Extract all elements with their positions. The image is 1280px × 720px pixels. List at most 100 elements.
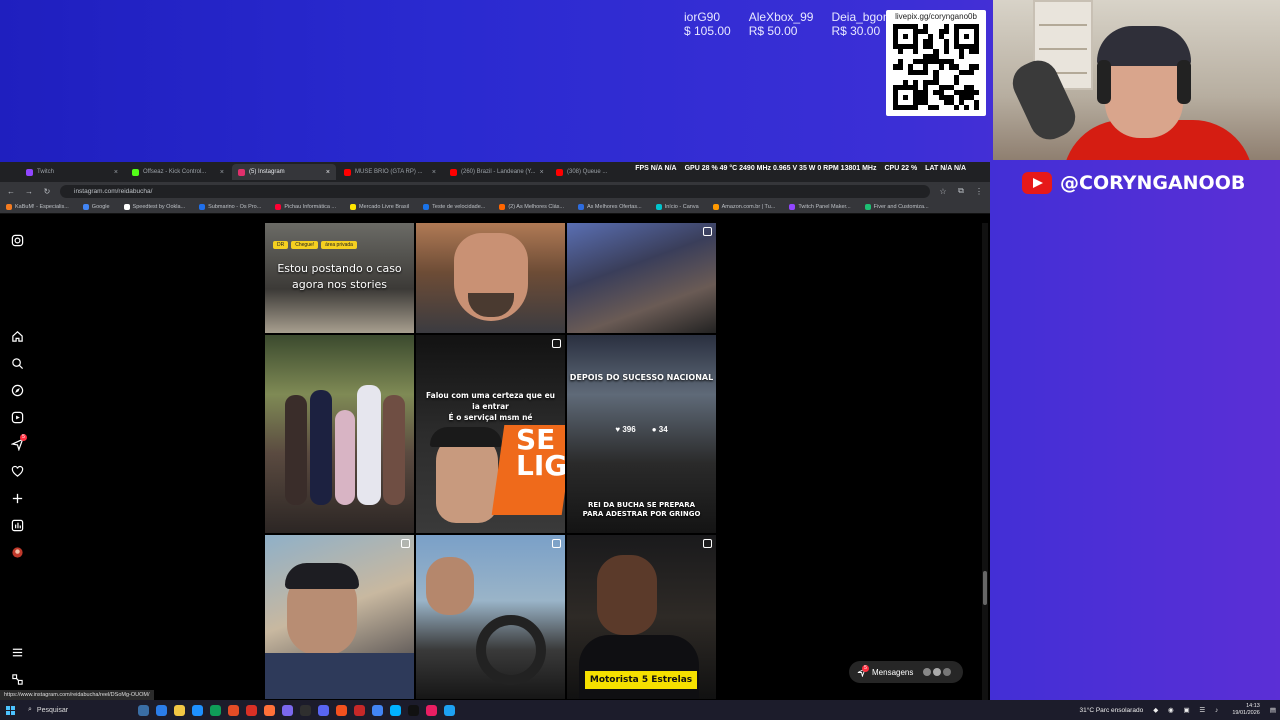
bookmark-favicon-icon [82, 203, 89, 210]
bookmark-item[interactable]: Google [82, 203, 110, 210]
meta-icon[interactable] [10, 672, 24, 686]
taskbar-app-icon[interactable] [408, 704, 419, 716]
post-caption: Falou com uma certeza que eu ia entrar É… [425, 391, 556, 422]
person [357, 385, 381, 505]
browser-tab[interactable]: (308) Queue ... [550, 164, 610, 180]
tray-icons[interactable]: ◆ ◉ ▣ ☰ ♪ [1153, 706, 1222, 714]
taskbar-search[interactable]: ⌕ Pesquisar [20, 702, 130, 718]
taskbar-app-icon[interactable] [174, 704, 185, 716]
post-thumbnail[interactable] [416, 535, 565, 699]
url-field[interactable]: instagram.com/reidabucha/ [60, 184, 930, 198]
post-thumbnail[interactable] [265, 335, 414, 533]
reels-icon[interactable] [10, 410, 24, 424]
post-thumbnail[interactable]: Falou com uma certeza que eu ia entrar É… [416, 335, 565, 533]
browser-tab[interactable]: (260) Brazil - Landeane (Y... × [444, 164, 548, 180]
messages-pill[interactable]: 5 Mensagens [849, 661, 963, 683]
bookmark-item[interactable]: Twitch Panel Maker... [789, 203, 851, 210]
bookmark-item[interactable]: (2) As Melhores Clás... [499, 203, 564, 210]
youtube-handle: @CORYNGANOOB [1060, 172, 1246, 194]
post-thumbnail[interactable] [265, 535, 414, 699]
bookmark-item[interactable]: Início - Canva [655, 203, 699, 210]
tab-favicon-icon [26, 168, 33, 176]
bookmark-favicon-icon [499, 203, 506, 210]
taskbar-app-icon[interactable] [264, 704, 275, 716]
bookmark-item[interactable]: Mercado Livre Brasil [350, 203, 409, 210]
taskbar-app-icon[interactable] [138, 704, 149, 716]
bookmark-item[interactable]: Amazon.com.br | Tu... [712, 203, 775, 210]
home-icon[interactable] [10, 329, 24, 343]
post-thumbnail[interactable] [567, 223, 716, 333]
bookmark-star-icon[interactable]: ☆ [938, 187, 948, 196]
post-caption: Motorista 5 Estrelas [585, 671, 697, 689]
start-button[interactable] [0, 700, 20, 720]
taskbar-app-icon[interactable] [318, 704, 329, 716]
person [383, 395, 405, 505]
create-icon[interactable] [10, 491, 24, 505]
bookmark-item[interactable]: Teste de velocidade... [423, 203, 485, 210]
bookmark-favicon-icon [712, 203, 719, 210]
post-thumbnail-hovered[interactable]: DEPOIS DO SUCESSO NACIONAL ♥ 396 ● 34 RE… [567, 335, 716, 533]
hardware-stats-overlay: FPS N/A N/A GPU 28 % 49 °C 2490 MHz 0.96… [635, 165, 966, 172]
taskbar-app-icon[interactable] [444, 704, 455, 716]
extensions-icon[interactable]: ⧉ [956, 186, 966, 196]
comments-count: ● 34 [651, 425, 668, 434]
taskbar-app-icon[interactable] [300, 704, 311, 716]
messages-icon[interactable]: 5 [10, 434, 27, 451]
cap [430, 427, 502, 447]
reload-icon[interactable]: ↻ [42, 187, 52, 196]
person [285, 395, 307, 505]
dashboard-icon[interactable] [10, 518, 24, 532]
browser-tab[interactable]: MUSE BRIO (GTA RP) ... × [338, 164, 442, 180]
browser-tab[interactable]: Offseaz - Kick Control... × [126, 164, 230, 180]
close-icon[interactable]: × [326, 169, 330, 176]
bookmark-item[interactable]: Speedtest by Ookla... [123, 203, 185, 210]
post-thumbnail[interactable]: DR Chegue! área privada Estou postando o c… [265, 223, 414, 333]
post-caption: REI DA BUCHA SE PREPARA PARA ADESTRAR PO… [582, 501, 701, 518]
bookmark-item[interactable]: Fiver and Customiza... [864, 203, 929, 210]
menu-icon[interactable] [10, 645, 24, 659]
back-icon[interactable]: ← [6, 187, 16, 196]
donation-item: AleXbox_99 R$ 50.00 [748, 10, 814, 38]
taskbar-app-icon[interactable] [372, 704, 383, 716]
taskbar-app-icon[interactable] [390, 704, 401, 716]
profile-icon[interactable] [10, 545, 24, 559]
taskbar-app-icon[interactable] [354, 704, 365, 716]
close-icon[interactable]: × [432, 169, 436, 176]
bookmark-favicon-icon [199, 203, 206, 210]
instagram-logo-icon[interactable] [10, 233, 24, 247]
bookmark-favicon-icon [123, 203, 130, 210]
taskbar-app-icon[interactable] [426, 704, 437, 716]
post-thumbnail[interactable] [416, 223, 565, 333]
driver-face [597, 555, 657, 635]
scrollbar-thumb[interactable] [983, 571, 987, 605]
bookmark-item[interactable]: Pichau Informática ... [275, 203, 336, 210]
forward-icon[interactable]: → [24, 187, 34, 196]
clock[interactable]: 14:13 19/01/2026 [1232, 703, 1260, 717]
taskbar-app-icon[interactable] [336, 704, 347, 716]
post-thumbnail[interactable]: Motorista 5 Estrelas [567, 535, 716, 699]
bookmark-item[interactable]: As Melhores Ofertas... [577, 203, 642, 210]
taskbar-app-icon[interactable] [282, 704, 293, 716]
taskbar-app-icon[interactable] [246, 704, 257, 716]
explore-icon[interactable] [10, 383, 24, 397]
taskbar-app-icon[interactable] [228, 704, 239, 716]
search-icon[interactable] [10, 356, 24, 370]
bookmark-item[interactable]: KaBuM! - Especialis... [6, 203, 69, 210]
notifications-icon[interactable] [10, 464, 24, 478]
likes-count: ♥ 396 [615, 425, 636, 434]
close-icon[interactable]: × [114, 169, 118, 176]
close-icon[interactable]: × [540, 169, 544, 176]
page-scrollbar[interactable] [982, 223, 988, 700]
browser-tab-active[interactable]: (5) Instagram × [232, 164, 336, 180]
close-icon[interactable]: × [220, 169, 224, 176]
taskbar-app-icon[interactable] [156, 704, 167, 716]
taskbar-app-icon[interactable] [192, 704, 203, 716]
browser-menu-icon[interactable]: ⋮ [974, 187, 984, 196]
bookmark-item[interactable]: Submarino - Os Pro... [199, 203, 261, 210]
notifications-icon[interactable]: ▤ [1270, 706, 1276, 714]
weather-widget[interactable]: 31°C Parc ensolarado [1080, 707, 1144, 714]
tab-bar: Twitch × Offseaz - Kick Control... × (5) I… [0, 162, 990, 182]
headset-left [1097, 60, 1111, 104]
browser-tab[interactable]: Twitch × [20, 164, 124, 180]
taskbar-app-icon[interactable] [210, 704, 221, 716]
